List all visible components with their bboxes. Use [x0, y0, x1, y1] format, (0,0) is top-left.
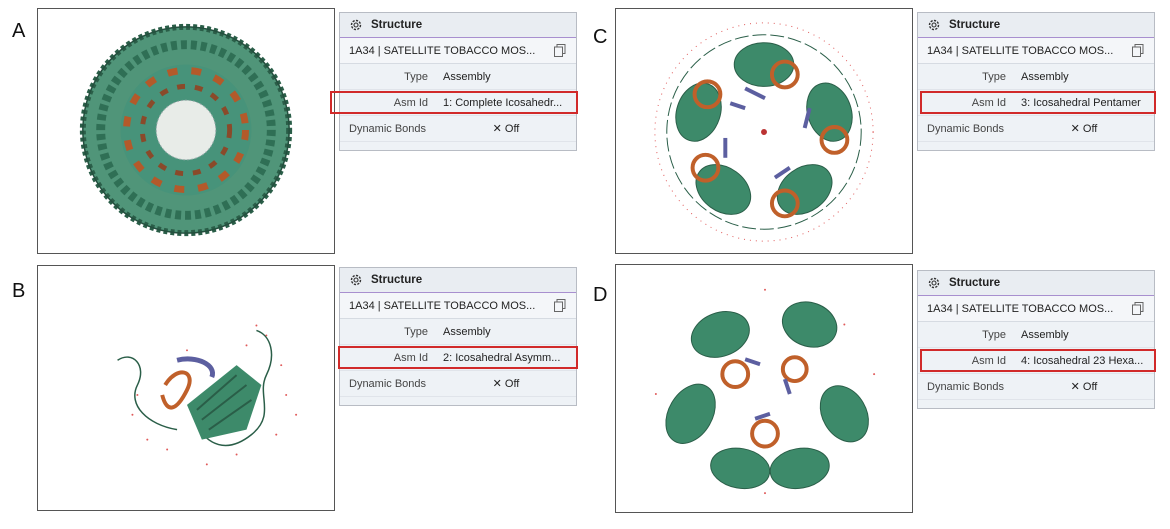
type-row: Type Assembly	[918, 64, 1154, 90]
dynamic-bonds-toggle[interactable]: ✕ Off	[436, 377, 576, 390]
panel-letter-a: A	[12, 20, 26, 42]
molecular-viewer-c[interactable]	[615, 8, 913, 254]
entry-title: 1A34 | SATELLITE TOBACCO MOS...	[927, 302, 1114, 315]
structure-panel-header[interactable]: Structure	[918, 13, 1154, 38]
asm-id-select[interactable]: 4: Icosahedral 23 Hexa...	[1014, 355, 1154, 367]
dynamic-bonds-row: Dynamic Bonds ✕ Off	[340, 116, 576, 142]
structure-panel-a: Structure 1A34 | SATELLITE TOBACCO MOS..…	[330, 12, 578, 151]
dynamic-bonds-row: Dynamic Bonds ✕ Off	[918, 374, 1154, 400]
type-value: Assembly	[1021, 328, 1069, 341]
structure-panel-header[interactable]: Structure	[918, 271, 1154, 296]
capsid-full-render	[79, 23, 293, 237]
type-value: Assembly	[443, 325, 491, 338]
structure-panel-b: Structure 1A34 | SATELLITE TOBACCO MOS..…	[338, 267, 578, 406]
dynamic-bonds-toggle[interactable]: ✕ Off	[1014, 122, 1154, 135]
entry-title-row[interactable]: 1A34 | SATELLITE TOBACCO MOS...	[340, 38, 576, 64]
panel-letter-b: B	[12, 280, 26, 302]
asymmetric-unit-render	[117, 324, 298, 466]
entry-title: 1A34 | SATELLITE TOBACCO MOS...	[927, 44, 1114, 57]
structure-panel-header[interactable]: Structure	[340, 13, 576, 38]
dynamic-bonds-label: Dynamic Bonds	[927, 122, 1005, 135]
entry-title-row[interactable]: 1A34 | SATELLITE TOBACCO MOS...	[918, 296, 1154, 322]
dynamic-bonds-toggle[interactable]: ✕ Off	[436, 122, 576, 135]
panel-letter-d: D	[593, 284, 608, 306]
asm-id-row[interactable]: Asm Id 3: Icosahedral Pentamer	[918, 90, 1156, 116]
dynamic-bonds-row: Dynamic Bonds ✕ Off	[340, 371, 576, 397]
structure-label: Structure	[371, 19, 423, 31]
asm-id-row[interactable]: Asm Id 2: Icosahedral Asymm...	[338, 345, 578, 371]
hexamer-render	[654, 288, 876, 495]
copy-icon[interactable]	[554, 44, 566, 57]
gear-icon	[927, 18, 941, 32]
structure-panel-c: Structure 1A34 | SATELLITE TOBACCO MOS..…	[917, 12, 1156, 151]
asm-id-label: Asm Id	[393, 351, 428, 364]
asm-id-select[interactable]: 2: Icosahedral Asymm...	[436, 352, 576, 364]
copy-icon[interactable]	[1132, 302, 1144, 315]
asm-id-label: Asm Id	[393, 96, 428, 109]
entry-title-row[interactable]: 1A34 | SATELLITE TOBACCO MOS...	[340, 293, 576, 319]
gear-icon	[349, 18, 363, 32]
molecular-viewer-a[interactable]	[37, 8, 335, 254]
molecular-viewer-b[interactable]	[37, 265, 335, 511]
structure-panel-d: Structure 1A34 | SATELLITE TOBACCO MOS..…	[917, 270, 1156, 409]
type-value: Assembly	[443, 70, 491, 83]
type-label: Type	[982, 328, 1006, 341]
dynamic-bonds-label: Dynamic Bonds	[349, 122, 427, 135]
pentamer-render	[654, 22, 874, 242]
structure-panel-header[interactable]: Structure	[340, 268, 576, 293]
type-label: Type	[982, 70, 1006, 83]
panel-footer	[918, 142, 1154, 150]
entry-title: 1A34 | SATELLITE TOBACCO MOS...	[349, 44, 536, 57]
gear-icon	[927, 276, 941, 290]
structure-label: Structure	[949, 19, 1001, 31]
panel-footer	[918, 400, 1154, 408]
panel-letter-c: C	[593, 26, 608, 48]
type-row: Type Assembly	[340, 319, 576, 345]
entry-title-row[interactable]: 1A34 | SATELLITE TOBACCO MOS...	[918, 38, 1154, 64]
type-row: Type Assembly	[340, 64, 576, 90]
panel-footer	[340, 397, 576, 405]
molecular-viewer-d[interactable]	[615, 264, 913, 513]
type-row: Type Assembly	[918, 322, 1154, 348]
copy-icon[interactable]	[1132, 44, 1144, 57]
dynamic-bonds-row: Dynamic Bonds ✕ Off	[918, 116, 1154, 142]
type-value: Assembly	[1021, 70, 1069, 83]
asm-id-select[interactable]: 3: Icosahedral Pentamer	[1014, 97, 1154, 109]
structure-label: Structure	[371, 274, 423, 286]
asm-id-row[interactable]: Asm Id 4: Icosahedral 23 Hexa...	[918, 348, 1156, 374]
asm-id-select[interactable]: 1: Complete Icosahedr...	[436, 97, 576, 109]
entry-title: 1A34 | SATELLITE TOBACCO MOS...	[349, 299, 536, 312]
copy-icon[interactable]	[554, 299, 566, 312]
structure-label: Structure	[949, 277, 1001, 289]
asm-id-label: Asm Id	[971, 354, 1006, 367]
asm-id-label: Asm Id	[971, 96, 1006, 109]
dynamic-bonds-label: Dynamic Bonds	[927, 380, 1005, 393]
dynamic-bonds-toggle[interactable]: ✕ Off	[1014, 380, 1154, 393]
panel-footer	[340, 142, 576, 150]
type-label: Type	[404, 70, 428, 83]
gear-icon	[349, 273, 363, 287]
type-label: Type	[404, 325, 428, 338]
asm-id-row[interactable]: Asm Id 1: Complete Icosahedr...	[330, 90, 578, 116]
dynamic-bonds-label: Dynamic Bonds	[349, 377, 427, 390]
